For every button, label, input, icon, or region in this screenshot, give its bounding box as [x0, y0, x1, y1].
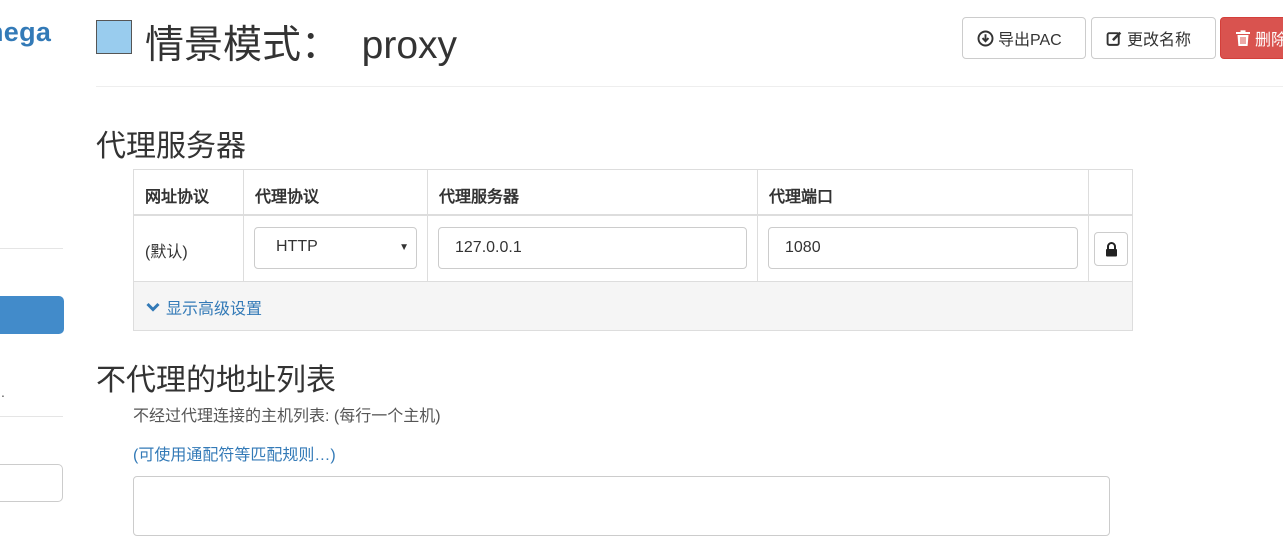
export-pac-label: 导出PAC — [998, 32, 1062, 49]
sidebar: nega . — [0, 0, 66, 512]
proxy-port-input[interactable] — [768, 227, 1078, 269]
delete-button[interactable]: 删除 — [1220, 17, 1283, 59]
download-circle-icon — [977, 30, 994, 46]
protocol-select[interactable]: HTTP ▼ — [254, 227, 417, 269]
wildcard-rules-link[interactable]: (可使用通配符等匹配规则…) — [133, 441, 336, 465]
rename-button[interactable]: 更改名称 — [1091, 17, 1216, 59]
sidebar-item-active[interactable] — [0, 296, 64, 334]
column-header-scheme: 网址协议 — [134, 170, 244, 214]
edit-icon — [1106, 31, 1122, 46]
table-row: (默认) HTTP ▼ — [134, 216, 1132, 282]
bypass-list-textarea[interactable] — [133, 476, 1110, 536]
actions-cell — [1089, 216, 1132, 281]
server-cell — [428, 216, 758, 281]
protocol-cell: HTTP ▼ — [244, 216, 428, 281]
proxy-table: 网址协议 代理协议 代理服务器 代理端口 (默认) HTTP ▼ 127.0.0… — [133, 169, 1133, 331]
bypass-section-heading: 不代理的地址列表 — [96, 364, 336, 397]
chevron-down-icon — [146, 302, 160, 312]
bypass-help-text: 不经过代理连接的主机列表: (每行一个主机) — [133, 408, 441, 425]
column-header-port: 代理端口 — [758, 170, 1089, 214]
page-title: 情景模式： proxy — [145, 24, 458, 67]
column-header-actions — [1089, 170, 1132, 214]
trash-icon — [1236, 29, 1250, 46]
scheme-cell: (默认) — [134, 216, 244, 281]
show-advanced-label: 显示高级设置 — [166, 301, 263, 318]
export-pac-button[interactable]: 导出PAC — [962, 17, 1086, 59]
protocol-select-value: HTTP — [276, 238, 318, 255]
caret-down-icon: ▼ — [399, 242, 409, 253]
port-cell — [758, 216, 1089, 281]
sidebar-divider — [0, 416, 63, 417]
delete-label: 删除 — [1255, 32, 1283, 49]
sidebar-item-fragment: . — [1, 384, 5, 400]
profile-color-swatch[interactable] — [96, 20, 132, 54]
column-header-protocol: 代理协议 — [244, 170, 428, 214]
proxy-section-heading: 代理服务器 — [96, 130, 246, 163]
sidebar-divider — [0, 248, 63, 249]
lock-icon — [1105, 241, 1117, 256]
sidebar-input[interactable] — [0, 464, 63, 502]
page-header: 情景模式： proxy 导出PAC 更改名称 删除 — [96, 0, 1283, 87]
auth-lock-button[interactable] — [1094, 232, 1128, 266]
table-header-row: 网址协议 代理协议 代理服务器 代理端口 — [134, 170, 1132, 216]
column-header-server: 代理服务器 — [428, 170, 758, 214]
proxy-server-input[interactable] — [438, 227, 747, 269]
rename-label: 更改名称 — [1127, 32, 1192, 49]
brand-logo-text: nega — [0, 17, 52, 47]
show-advanced-link[interactable]: 显示高级设置 — [146, 295, 262, 319]
advanced-settings-row: 显示高级设置 — [134, 282, 1132, 330]
